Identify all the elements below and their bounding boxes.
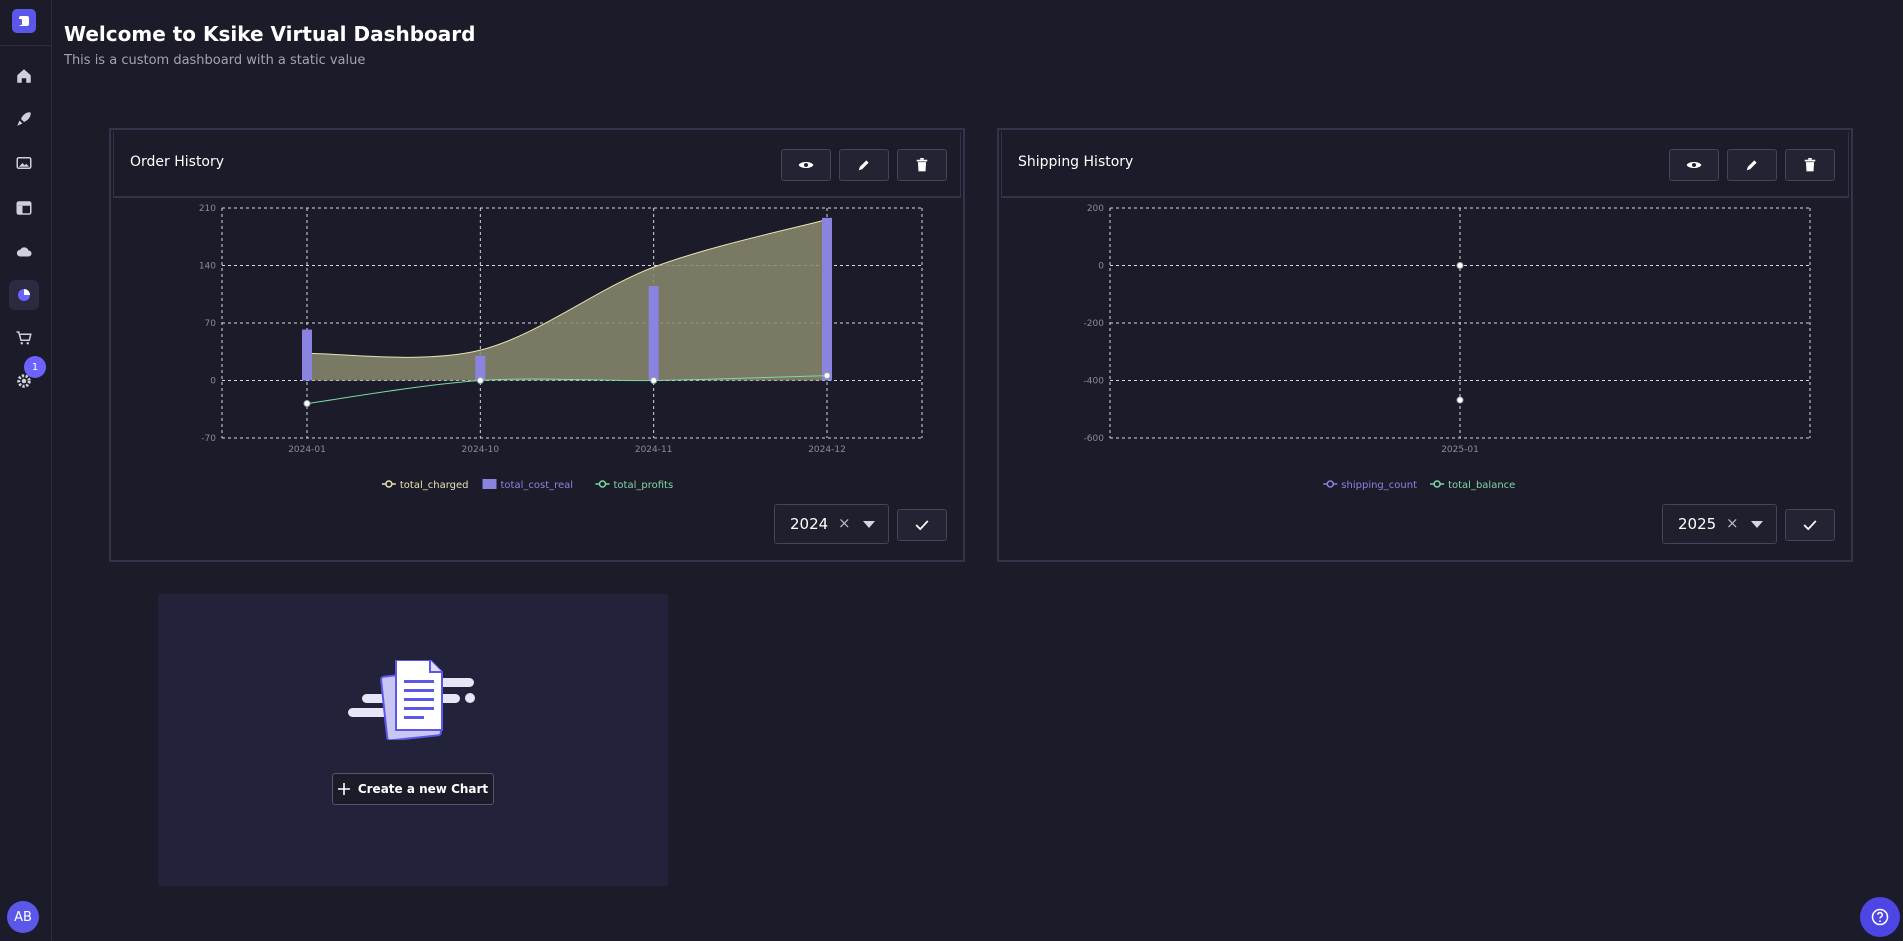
nav-home[interactable] [9, 61, 39, 91]
year-value: 2025 [1678, 515, 1717, 533]
order-history-card: Order History 210 140 70 0 -70 2024-01 2024-10… [109, 128, 965, 562]
x-tick-label: 2024-11 [635, 445, 673, 455]
nav-rocket[interactable] [9, 104, 39, 134]
clear-icon[interactable]: × [838, 514, 851, 532]
app-logo[interactable] [12, 9, 36, 33]
documents-illustration [348, 660, 475, 740]
rocket-icon [17, 112, 31, 126]
y-tick-label: 140 [199, 262, 216, 272]
legend-marker [1326, 480, 1335, 488]
point-total_balance [1456, 396, 1464, 404]
point-total_profits [303, 400, 311, 407]
y-tick-label: 70 [205, 319, 217, 329]
pencil-icon [858, 160, 869, 171]
edit-button[interactable] [839, 149, 889, 181]
legend-marker [385, 480, 393, 488]
point-shipping_count [1456, 262, 1464, 269]
nav-cloud[interactable] [9, 237, 39, 267]
point-total_profits [650, 377, 658, 384]
pencil-icon [1746, 160, 1757, 171]
help-button[interactable] [1860, 897, 1900, 937]
gallery-icon [16, 157, 32, 169]
check-icon [915, 520, 929, 531]
view-button[interactable] [1669, 149, 1719, 181]
y-tick-label: -70 [201, 434, 216, 444]
confirm-button[interactable] [1785, 509, 1835, 541]
card-title: Shipping History [1018, 154, 1134, 170]
bar-total_cost_real [822, 217, 832, 381]
layout-icon [16, 201, 32, 215]
plus-icon [337, 783, 350, 795]
legend-swatch [482, 479, 497, 489]
legend-marker [598, 480, 607, 488]
sidebar: 1 AB [0, 0, 52, 941]
page-title: Welcome to Ksike Virtual Dashboard [64, 22, 476, 46]
chart-axes: 200 0 -200 -400 -600 2025-01 [1084, 204, 1811, 455]
x-tick-label: 2025-01 [1441, 445, 1479, 455]
cloud-icon [16, 247, 32, 257]
chart-legend: total_charged total_cost_real total_profit… [381, 479, 674, 491]
year-select[interactable]: 2025 × [1662, 504, 1777, 544]
delete-button[interactable] [897, 149, 947, 181]
y-tick-label: 0 [210, 377, 216, 387]
check-icon [1803, 520, 1817, 531]
shipping-history-chart: 200 0 -200 -400 -600 2025-01 shipping_count tot… [1084, 204, 1811, 491]
chevron-down-icon[interactable] [1751, 521, 1763, 528]
y-tick-label: -600 [1084, 434, 1105, 444]
y-tick-label: 210 [199, 204, 216, 214]
year-value: 2024 [790, 515, 829, 533]
x-tick-label: 2024-10 [462, 445, 500, 455]
legend-label: total_cost_real [501, 480, 574, 491]
trash-icon [916, 158, 928, 172]
nav-layout[interactable] [9, 193, 39, 223]
page-subtitle: This is a custom dashboard with a static… [64, 53, 366, 68]
bar-total_cost_real [302, 329, 312, 381]
bar-total_cost_real [648, 286, 659, 381]
card-header: Order History [113, 132, 961, 198]
chart-legend: shipping_count total_balance [1323, 480, 1515, 491]
point-total_profits [476, 377, 484, 384]
chart-pie-icon [18, 289, 30, 301]
legend-label: total_balance [1448, 480, 1515, 491]
shipping-history-card: Shipping History 200 0 -200 -400 -600 2025-01… [997, 128, 1853, 562]
create-chart-button[interactable]: Create a new Chart [332, 773, 494, 805]
legend-label: shipping_count [1341, 480, 1417, 491]
series-total_charged-area [307, 219, 827, 381]
order-history-chart: 210 140 70 0 -70 2024-01 2024-10 2024-11 2024-12… [199, 204, 923, 491]
y-tick-label: 0 [1098, 262, 1104, 272]
clear-icon[interactable]: × [1726, 514, 1739, 532]
new-chart-card: Create a new Chart [158, 594, 668, 886]
confirm-button[interactable] [897, 509, 947, 541]
x-tick-label: 2024-01 [288, 445, 326, 455]
nav-cart[interactable] [9, 323, 39, 353]
legend-label: total_profits [614, 480, 674, 491]
user-avatar[interactable]: AB [7, 901, 39, 933]
legend-label: total_charged [400, 480, 469, 491]
cart-icon [16, 331, 32, 345]
notification-badge: 1 [24, 356, 46, 378]
card-header: Shipping History [1001, 132, 1849, 198]
bar-total_cost_real [475, 355, 486, 381]
view-button[interactable] [781, 149, 831, 181]
trash-icon [1804, 158, 1816, 172]
nav-gallery[interactable] [9, 148, 39, 178]
y-tick-label: -200 [1084, 319, 1105, 329]
create-chart-label: Create a new Chart [357, 782, 489, 796]
card-title: Order History [130, 154, 225, 170]
eye-icon [798, 162, 814, 168]
delete-button[interactable] [1785, 149, 1835, 181]
chevron-down-icon[interactable] [863, 521, 875, 528]
legend-marker [1433, 480, 1441, 488]
year-select[interactable]: 2024 × [774, 504, 889, 544]
y-tick-label: -400 [1084, 377, 1105, 387]
x-tick-label: 2024-12 [808, 445, 846, 455]
point-total_profits [823, 372, 831, 380]
home-icon [17, 69, 31, 83]
eye-icon [1686, 162, 1702, 168]
y-tick-label: 200 [1087, 204, 1104, 214]
sidebar-divider [0, 45, 52, 46]
edit-button[interactable] [1727, 149, 1777, 181]
nav-charts[interactable] [9, 280, 39, 310]
help-icon [1871, 908, 1889, 926]
